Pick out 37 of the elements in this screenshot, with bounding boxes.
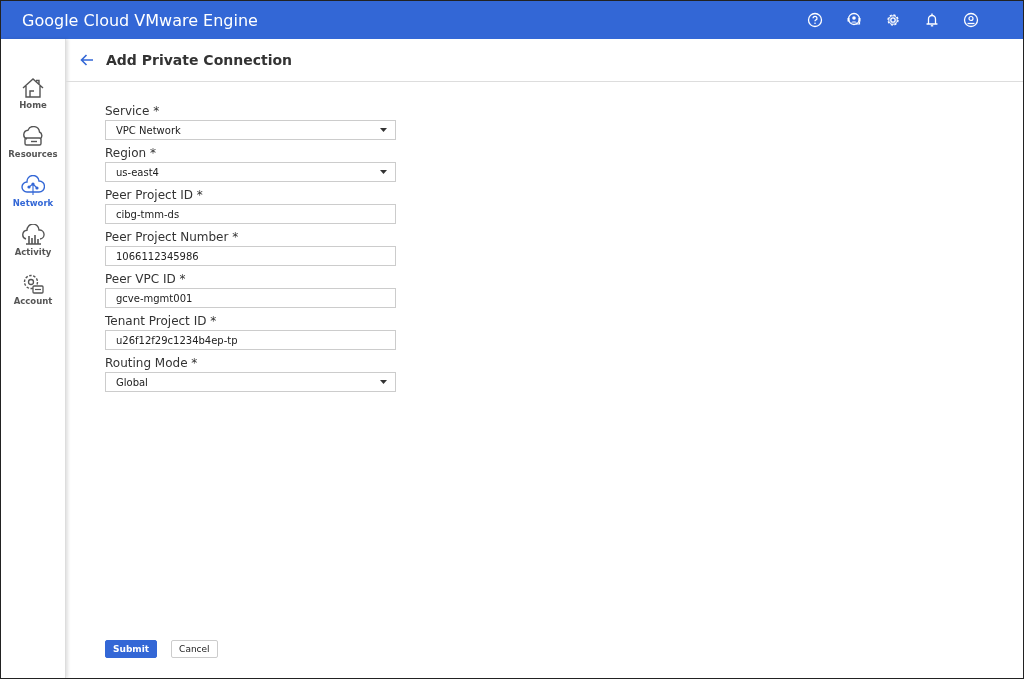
sidebar-item[interactable]: Home xyxy=(1,77,65,110)
input-field[interactable]: 1066112345986 xyxy=(105,246,396,266)
sidebar-item[interactable]: Network xyxy=(1,175,65,208)
caret-icon xyxy=(380,128,387,132)
cloud-chart-icon xyxy=(21,224,45,246)
field-label: Peer Project ID * xyxy=(105,188,204,202)
caret-icon xyxy=(380,170,387,174)
support-headset-icon[interactable] xyxy=(846,12,862,28)
input-field[interactable]: u26f12f29c1234b4ep-tp xyxy=(105,330,396,350)
input-field[interactable]: cibg-tmm-ds xyxy=(105,204,396,224)
sidebar-item[interactable]: Resources xyxy=(1,126,65,159)
input-field[interactable]: gcve-mgmt001 xyxy=(105,288,396,308)
cancel-button[interactable]: Cancel xyxy=(171,640,218,658)
field-label: Routing Mode * xyxy=(105,356,199,370)
gear-server-icon xyxy=(21,273,45,295)
field-label: Region * xyxy=(105,146,157,160)
cloud-server-icon xyxy=(21,126,45,148)
field-label: Service * xyxy=(105,104,161,118)
dropdown[interactable]: VPC Network xyxy=(105,120,396,140)
field-label: Tenant Project ID * xyxy=(105,314,218,328)
app-title: Google Cloud VMware Engine xyxy=(22,10,259,30)
page-title: Add Private Connection xyxy=(106,52,293,68)
help-icon[interactable] xyxy=(807,12,823,28)
dropdown[interactable]: us-east4 xyxy=(105,162,396,182)
field-label: Peer VPC ID * xyxy=(105,272,187,286)
field-label: Peer Project Number * xyxy=(105,230,240,244)
dropdown[interactable]: Global xyxy=(105,372,396,392)
cloud-network-icon xyxy=(21,175,45,197)
user-account-icon[interactable] xyxy=(963,12,979,28)
sidebar-item[interactable]: Account xyxy=(1,273,65,306)
settings-icon[interactable] xyxy=(885,12,901,28)
house-icon xyxy=(21,77,45,99)
notification-bell-icon[interactable] xyxy=(924,12,940,28)
back-arrow-icon[interactable] xyxy=(80,54,94,66)
sidebar-item[interactable]: Activity xyxy=(1,224,65,257)
submit-button[interactable]: Submit xyxy=(105,640,158,658)
caret-icon xyxy=(380,380,387,384)
